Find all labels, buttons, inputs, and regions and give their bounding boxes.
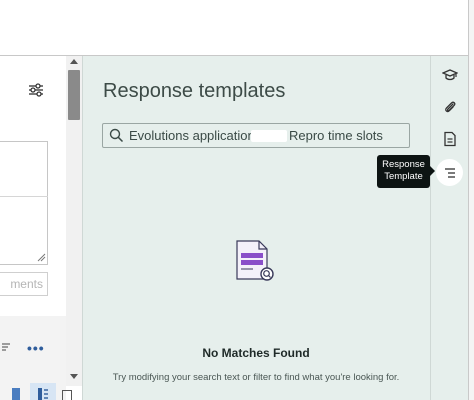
list-icon[interactable]	[2, 343, 10, 351]
scroll-down-arrow-icon[interactable]	[70, 374, 78, 379]
resize-grip-icon[interactable]	[36, 252, 46, 262]
search-icon	[109, 128, 124, 143]
more-options-icon[interactable]: •••	[27, 340, 45, 356]
paperclip-icon[interactable]	[442, 99, 458, 115]
side-icon-rail	[430, 56, 468, 400]
graduation-cap-icon[interactable]	[442, 67, 458, 83]
response-template-icon[interactable]	[442, 165, 458, 181]
app-window: ments ••• Response templates Evolutions …	[0, 0, 474, 400]
comments-button[interactable]: ments	[0, 272, 48, 296]
search-value-start: Evolutions application	[129, 128, 255, 143]
square-view-icon[interactable]	[62, 390, 72, 400]
panel-title: Response templates	[103, 80, 286, 102]
search-value-end: Repro time slots	[289, 128, 383, 143]
tooltip-arrow	[430, 166, 435, 176]
window-right-edge	[468, 0, 474, 400]
comment-textarea[interactable]	[0, 141, 48, 265]
redacted-text	[251, 130, 287, 142]
response-templates-panel: Response templates Evolutions applicatio…	[82, 56, 430, 400]
document-icon[interactable]	[442, 131, 458, 147]
scroll-thumb[interactable]	[68, 70, 80, 120]
split-view-icon[interactable]	[38, 388, 48, 400]
scroll-up-arrow-icon[interactable]	[70, 59, 78, 64]
vertical-scrollbar[interactable]	[66, 56, 82, 386]
textarea-divider	[0, 196, 48, 197]
template-search-input[interactable]: Evolutions application Repro time slots	[102, 123, 410, 148]
empty-state-message: Try modifying your search text or filter…	[112, 372, 400, 383]
view-icon[interactable]	[12, 388, 20, 400]
filter-settings-icon[interactable]	[28, 83, 44, 97]
empty-state-title: No Matches Found	[202, 346, 310, 360]
top-bar	[0, 0, 474, 55]
no-results-illustration-icon	[236, 240, 274, 281]
response-template-tooltip: Response Template	[377, 155, 430, 188]
